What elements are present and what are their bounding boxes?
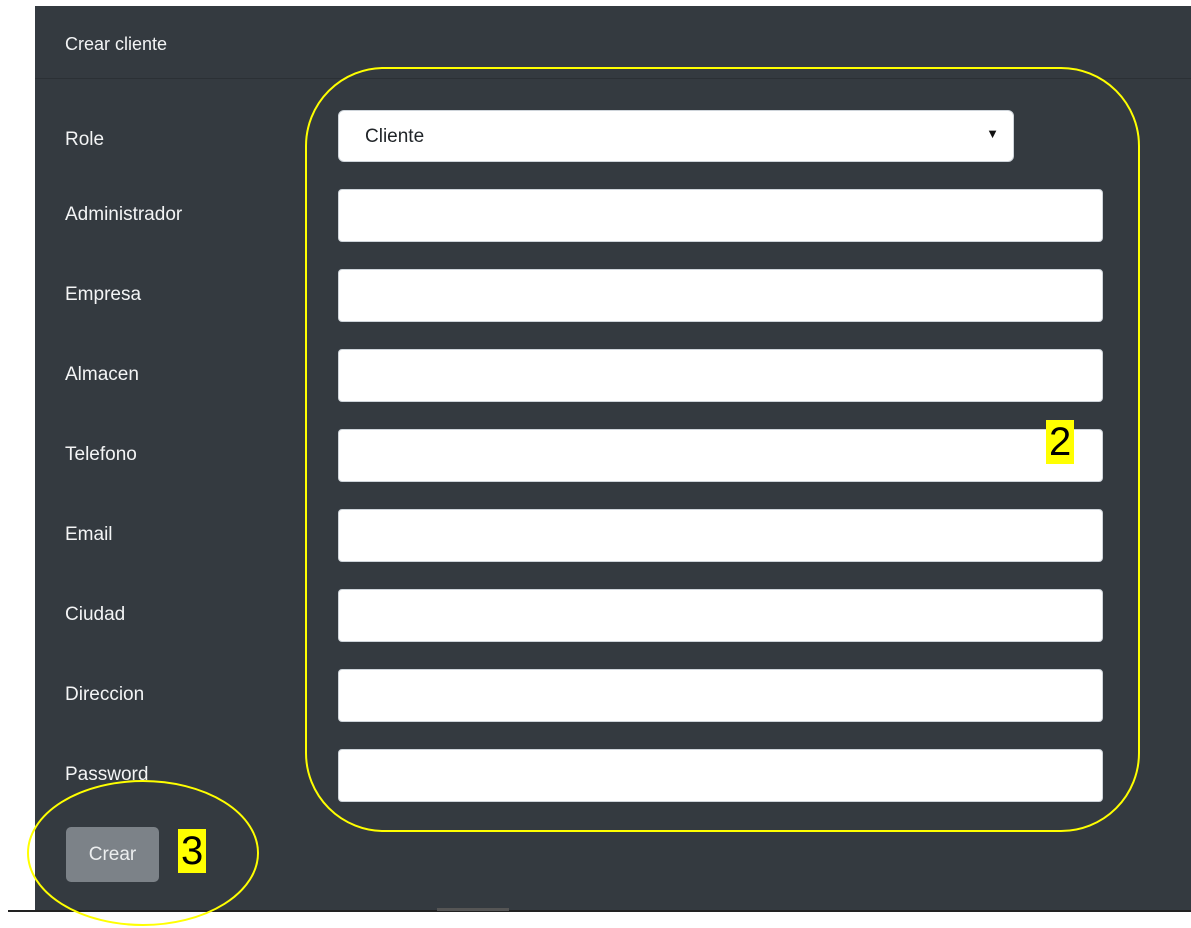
annotation-marker-2: 2	[1046, 420, 1075, 464]
fields-highlight-ellipse	[305, 67, 1140, 832]
screenshot-stage: Crear cliente Role Cliente ▼ Administrad…	[0, 0, 1191, 928]
annotation-overlay	[27, 67, 1140, 926]
submit-highlight-ellipse	[27, 780, 259, 926]
annotation-marker-3: 3	[178, 829, 207, 873]
